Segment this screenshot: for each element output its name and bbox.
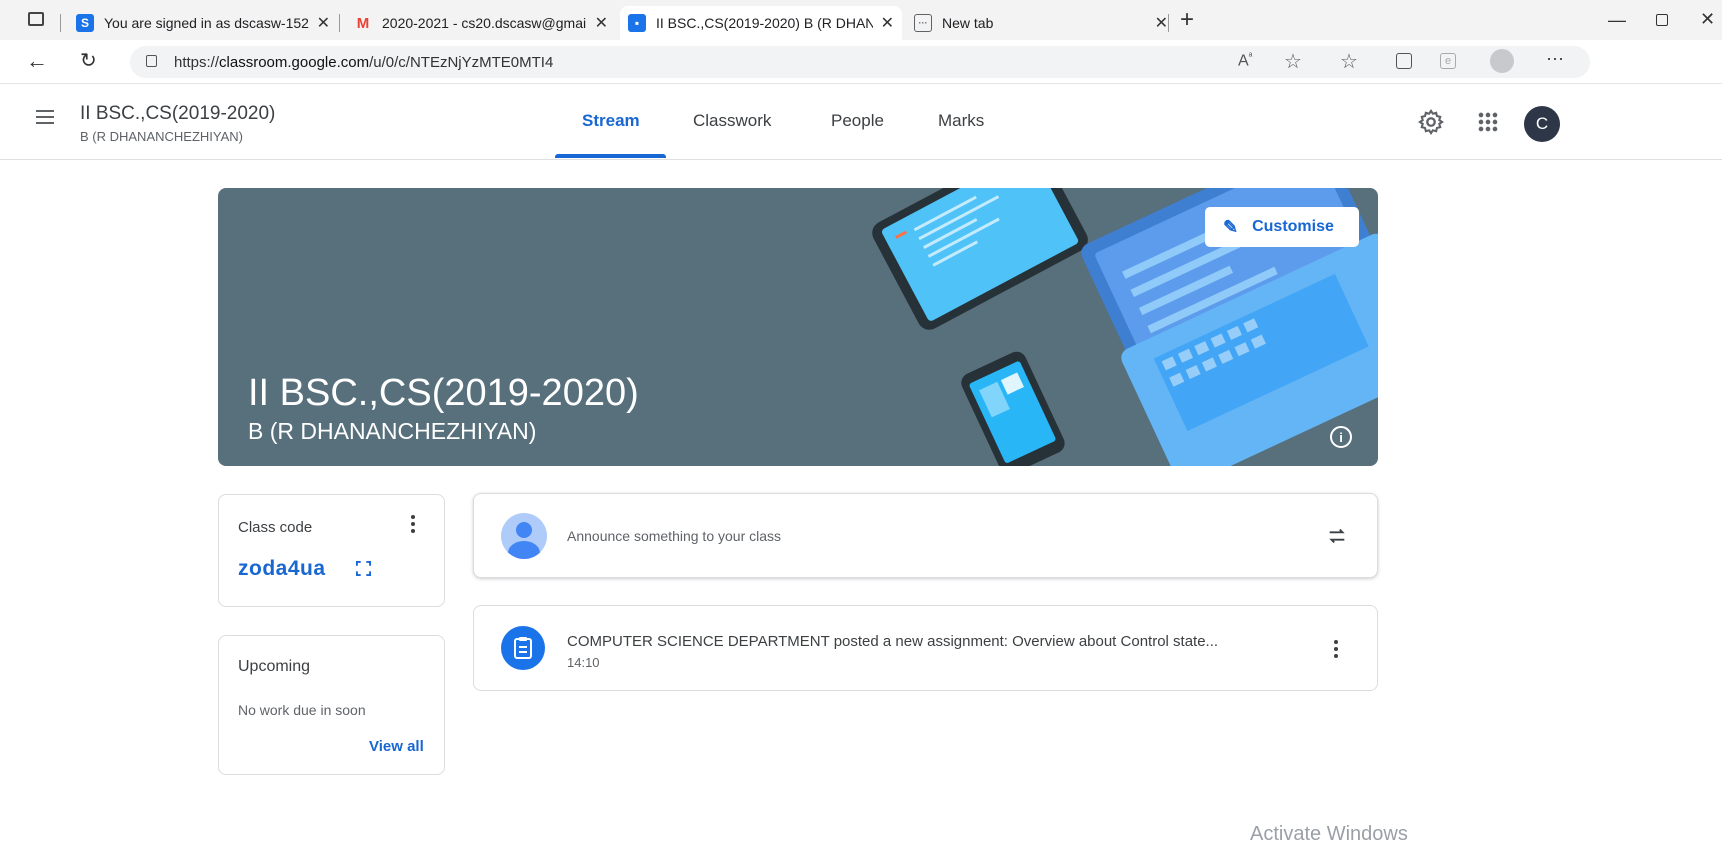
class-title: II BSC.,CS(2019-2020) (80, 103, 276, 124)
tab-separator (1168, 14, 1169, 32)
profile-icon[interactable] (1490, 49, 1514, 73)
browser-tab-2[interactable]: M 2020-2021 - cs20.dscasw@gmail ✕ (346, 6, 616, 40)
class-code-card: Class code zoda4ua (218, 494, 445, 607)
tab-marks[interactable]: Marks (938, 111, 984, 131)
active-tab-indicator (555, 154, 666, 158)
upcoming-card: Upcoming No work due in soon View all (218, 635, 445, 775)
tab-title: 2020-2021 - cs20.dscasw@gmail (382, 15, 587, 31)
tab-stream[interactable]: Stream (582, 111, 640, 131)
pencil-icon: ✎ (1223, 216, 1239, 237)
main-menu-icon[interactable] (36, 110, 54, 124)
post-title: COMPUTER SCIENCE DEPARTMENT posted a new… (567, 633, 1219, 650)
banner-subtitle: B (R DHANANCHEZHIYAN) (248, 418, 537, 444)
class-code-value: zoda4ua (238, 557, 326, 580)
upcoming-label: Upcoming (238, 658, 311, 675)
lock-icon (146, 55, 157, 67)
tab-classwork[interactable]: Classwork (693, 111, 771, 131)
stream-post[interactable]: COMPUTER SCIENCE DEPARTMENT posted a new… (473, 605, 1378, 691)
tab-actions-icon[interactable] (28, 12, 44, 26)
customise-label: Customise (1252, 218, 1334, 235)
browser-tab-bar: S You are signed in as dscasw-152 ✕ M 20… (0, 0, 1722, 40)
post-time: 14:10 (567, 655, 600, 670)
close-tab-icon[interactable]: ✕ (881, 13, 894, 33)
tab-separator (60, 14, 61, 32)
back-arrow-icon[interactable]: ← (26, 48, 48, 74)
user-avatar (501, 513, 547, 559)
class-code-label: Class code (238, 519, 313, 536)
collections-icon[interactable] (1396, 53, 1412, 69)
info-icon[interactable]: i (1330, 426, 1352, 448)
tab-title: II BSC.,CS(2019-2020) B (R DHAN (656, 15, 873, 31)
new-tab-plus-icon[interactable]: + (1180, 6, 1194, 34)
url-prefix: https:// (174, 53, 220, 71)
read-aloud-icon[interactable]: Aᵃ (1238, 51, 1252, 70)
tab-title: New tab (942, 15, 994, 31)
restore-icon[interactable] (1656, 14, 1668, 26)
add-favorite-icon[interactable]: ☆ (1284, 49, 1302, 74)
tab-title: You are signed in as dscasw-152 (104, 15, 309, 31)
account-avatar[interactable]: C (1524, 106, 1560, 142)
browser-tab-3-active[interactable]: ▪ II BSC.,CS(2019-2020) B (R DHAN ✕ (620, 6, 902, 40)
browser-tab-4[interactable]: ··· New tab ✕ (906, 6, 1176, 40)
class-code-more-icon[interactable] (410, 515, 416, 537)
fullscreen-icon[interactable] (356, 561, 371, 576)
apps-grid-icon[interactable] (1474, 108, 1502, 136)
ie-mode-icon[interactable]: e (1440, 53, 1456, 69)
url-field[interactable]: https://classroom.google.com/u/0/c/NTEzN… (130, 46, 1590, 78)
customise-button[interactable]: ✎ Customise (1205, 207, 1359, 247)
refresh-icon[interactable]: ↻ (80, 48, 97, 73)
classroom-icon: ▪ (628, 14, 646, 32)
gmail-icon: M (356, 14, 370, 32)
close-window-icon[interactable]: ✕ (1700, 9, 1715, 30)
view-all-link[interactable]: View all (369, 738, 424, 755)
class-banner: II BSC.,CS(2019-2020) B (R DHANANCHEZHIY… (218, 188, 1378, 466)
tab-separator (339, 14, 340, 32)
banner-title: II BSC.,CS(2019-2020) (248, 372, 639, 414)
favorites-icon[interactable]: ☆ (1340, 49, 1358, 74)
announce-box[interactable]: Announce something to your class (473, 493, 1378, 578)
tab-people[interactable]: People (831, 111, 884, 131)
reuse-post-icon[interactable] (1326, 524, 1348, 548)
announce-placeholder: Announce something to your class (567, 528, 782, 544)
class-subtitle: B (R DHANANCHEZHIYAN) (80, 129, 243, 144)
browser-tab-1[interactable]: S You are signed in as dscasw-152 ✕ (68, 6, 338, 40)
more-menu-icon[interactable]: ··· (1546, 48, 1564, 69)
minimize-icon[interactable]: — (1608, 10, 1626, 31)
s-icon: S (76, 14, 94, 32)
close-tab-icon[interactable]: ✕ (595, 13, 608, 33)
close-tab-icon[interactable]: ✕ (1155, 13, 1168, 33)
activate-windows-watermark: Activate Windows (1250, 823, 1408, 845)
close-tab-icon[interactable]: ✕ (317, 13, 330, 33)
assignment-icon (501, 626, 545, 670)
gear-icon[interactable] (1417, 108, 1445, 136)
address-toolbar: ← ↻ https://classroom.google.com/u/0/c/N… (0, 40, 1722, 84)
post-more-icon[interactable] (1333, 640, 1339, 662)
url-path: /u/0/c/NTEzNjYzMTE0MTI4 (369, 53, 554, 71)
upcoming-empty-text: No work due in soon (238, 702, 366, 718)
newtab-icon: ··· (914, 14, 932, 32)
url-domain: classroom.google.com (219, 53, 370, 71)
